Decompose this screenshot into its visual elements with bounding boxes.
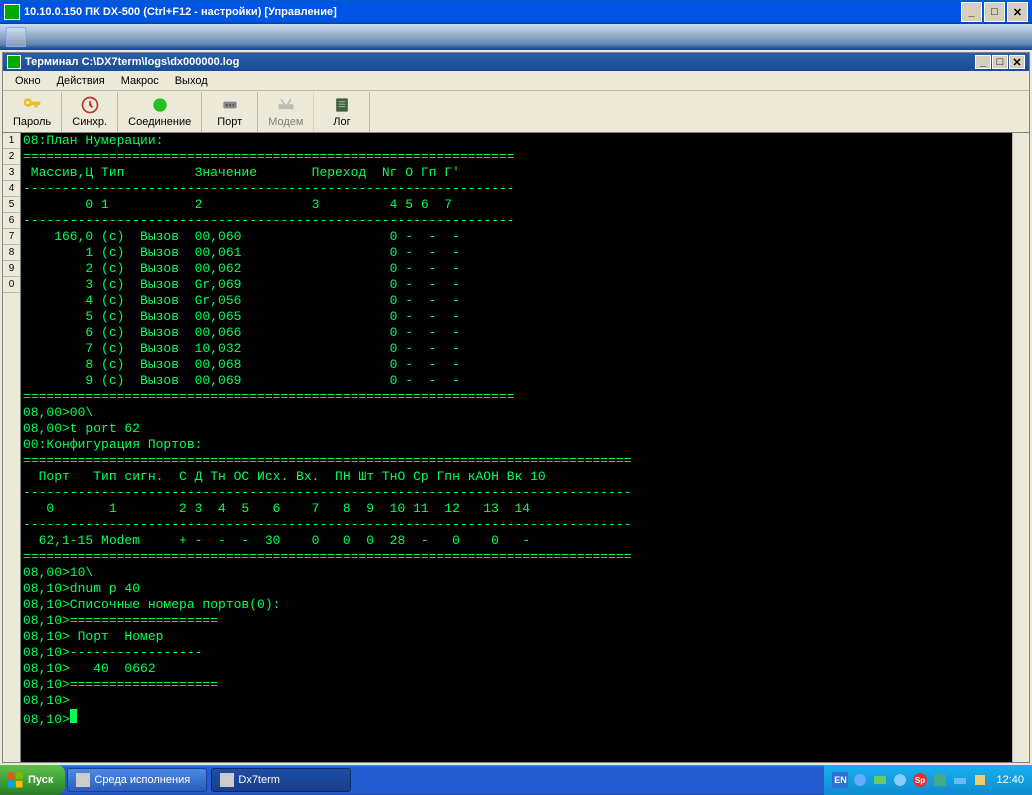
log-button[interactable]: Лог — [314, 92, 370, 132]
task-label-2: Dx7term — [238, 774, 280, 786]
gutter-0: 0 — [3, 277, 20, 293]
gutter-3: 3 — [3, 165, 20, 181]
outer-titlebar[interactable]: 10.10.0.150 ПК DX-500 (Ctrl+F12 - настро… — [0, 0, 1032, 24]
tray-icon-5[interactable] — [932, 772, 948, 788]
strip-icon[interactable] — [6, 27, 26, 47]
tray-icon-6[interactable] — [952, 772, 968, 788]
outer-window: 10.10.0.150 ПК DX-500 (Ctrl+F12 - настро… — [0, 0, 1032, 765]
inner-close-button[interactable]: ✕ — [1009, 55, 1025, 69]
taskbar: Пуск Среда исполнения Dx7term EN Sp 12:4… — [0, 765, 1032, 795]
task-item-dx7term[interactable]: Dx7term — [211, 768, 351, 792]
start-label: Пуск — [28, 774, 53, 786]
menu-vyhod[interactable]: Выход — [169, 73, 214, 89]
gutter-9: 9 — [3, 261, 20, 277]
inner-window-controls: _ □ ✕ — [975, 55, 1025, 69]
inner-window: Терминал C:\DX7term\logs\dx000000.log _ … — [2, 52, 1030, 763]
windows-icon — [6, 771, 24, 789]
task-item-sreda[interactable]: Среда исполнения — [67, 768, 207, 792]
system-tray: EN Sp 12:40 — [824, 765, 1032, 795]
sinhr-label: Синхр. — [72, 116, 107, 128]
inner-title: Терминал C:\DX7term\logs\dx000000.log — [25, 56, 239, 68]
outer-window-controls: _ □ ✕ — [961, 2, 1028, 22]
parol-button[interactable]: Пароль — [3, 92, 62, 132]
vertical-scrollbar[interactable] — [1012, 133, 1029, 762]
menu-makros[interactable]: Макрос — [115, 73, 165, 89]
gutter-1: 1 — [3, 133, 20, 149]
gutter-7: 7 — [3, 229, 20, 245]
log-label: Лог — [333, 116, 350, 128]
modem-icon — [276, 95, 296, 115]
gutter-2: 2 — [3, 149, 20, 165]
menu-deystviya[interactable]: Действия — [51, 73, 111, 89]
tray-icon-3[interactable] — [892, 772, 908, 788]
line-gutter: 1 2 3 4 5 6 7 8 9 0 — [3, 133, 21, 762]
terminal-app-icon — [7, 55, 21, 69]
clock[interactable]: 12:40 — [996, 774, 1024, 786]
outer-title: 10.10.0.150 ПК DX-500 (Ctrl+F12 - настро… — [24, 6, 337, 18]
task-icon — [76, 773, 90, 787]
task-label-1: Среда исполнения — [94, 774, 190, 786]
port-icon — [220, 95, 240, 115]
key-icon — [22, 95, 42, 115]
minimize-button[interactable]: _ — [961, 2, 982, 22]
tray-icon-sp[interactable]: Sp — [912, 772, 928, 788]
soedinenie-label: Соединение — [128, 116, 191, 128]
port-label: Порт — [217, 116, 242, 128]
log-icon — [332, 95, 352, 115]
menu-okno[interactable]: Окно — [9, 73, 47, 89]
app-icon — [4, 4, 20, 20]
outer-toolbar-strip — [0, 24, 1032, 50]
tray-icon-2[interactable] — [872, 772, 888, 788]
toolbar: Пароль Синхр. Соединение Порт Модем Лог — [3, 91, 1029, 133]
gutter-5: 5 — [3, 197, 20, 213]
menubar: Окно Действия Макрос Выход — [3, 71, 1029, 91]
port-button[interactable]: Порт — [202, 92, 258, 132]
maximize-button[interactable]: □ — [984, 2, 1005, 22]
modem-button: Модем — [258, 92, 314, 132]
svg-text:Sp: Sp — [915, 776, 925, 785]
start-button[interactable]: Пуск — [0, 765, 65, 795]
tray-icon-1[interactable] — [852, 772, 868, 788]
gutter-4: 4 — [3, 181, 20, 197]
inner-titlebar[interactable]: Терминал C:\DX7term\logs\dx000000.log _ … — [3, 53, 1029, 71]
gutter-6: 6 — [3, 213, 20, 229]
task-icon — [220, 773, 234, 787]
lang-indicator[interactable]: EN — [832, 772, 848, 788]
parol-label: Пароль — [13, 116, 51, 128]
close-button[interactable]: ✕ — [1007, 2, 1028, 22]
clock-icon — [80, 95, 100, 115]
gutter-8: 8 — [3, 245, 20, 261]
terminal-output[interactable]: 08:План Нумерации: =====================… — [21, 133, 1012, 762]
connection-icon — [150, 95, 170, 115]
soedinenie-button[interactable]: Соединение — [118, 92, 202, 132]
modem-label: Модем — [268, 116, 303, 128]
inner-maximize-button[interactable]: □ — [992, 55, 1008, 69]
terminal-area: 1 2 3 4 5 6 7 8 9 0 08:План Нумерации: =… — [3, 133, 1029, 762]
tray-icon-7[interactable] — [972, 772, 988, 788]
inner-minimize-button[interactable]: _ — [975, 55, 991, 69]
sinhr-button[interactable]: Синхр. — [62, 92, 118, 132]
